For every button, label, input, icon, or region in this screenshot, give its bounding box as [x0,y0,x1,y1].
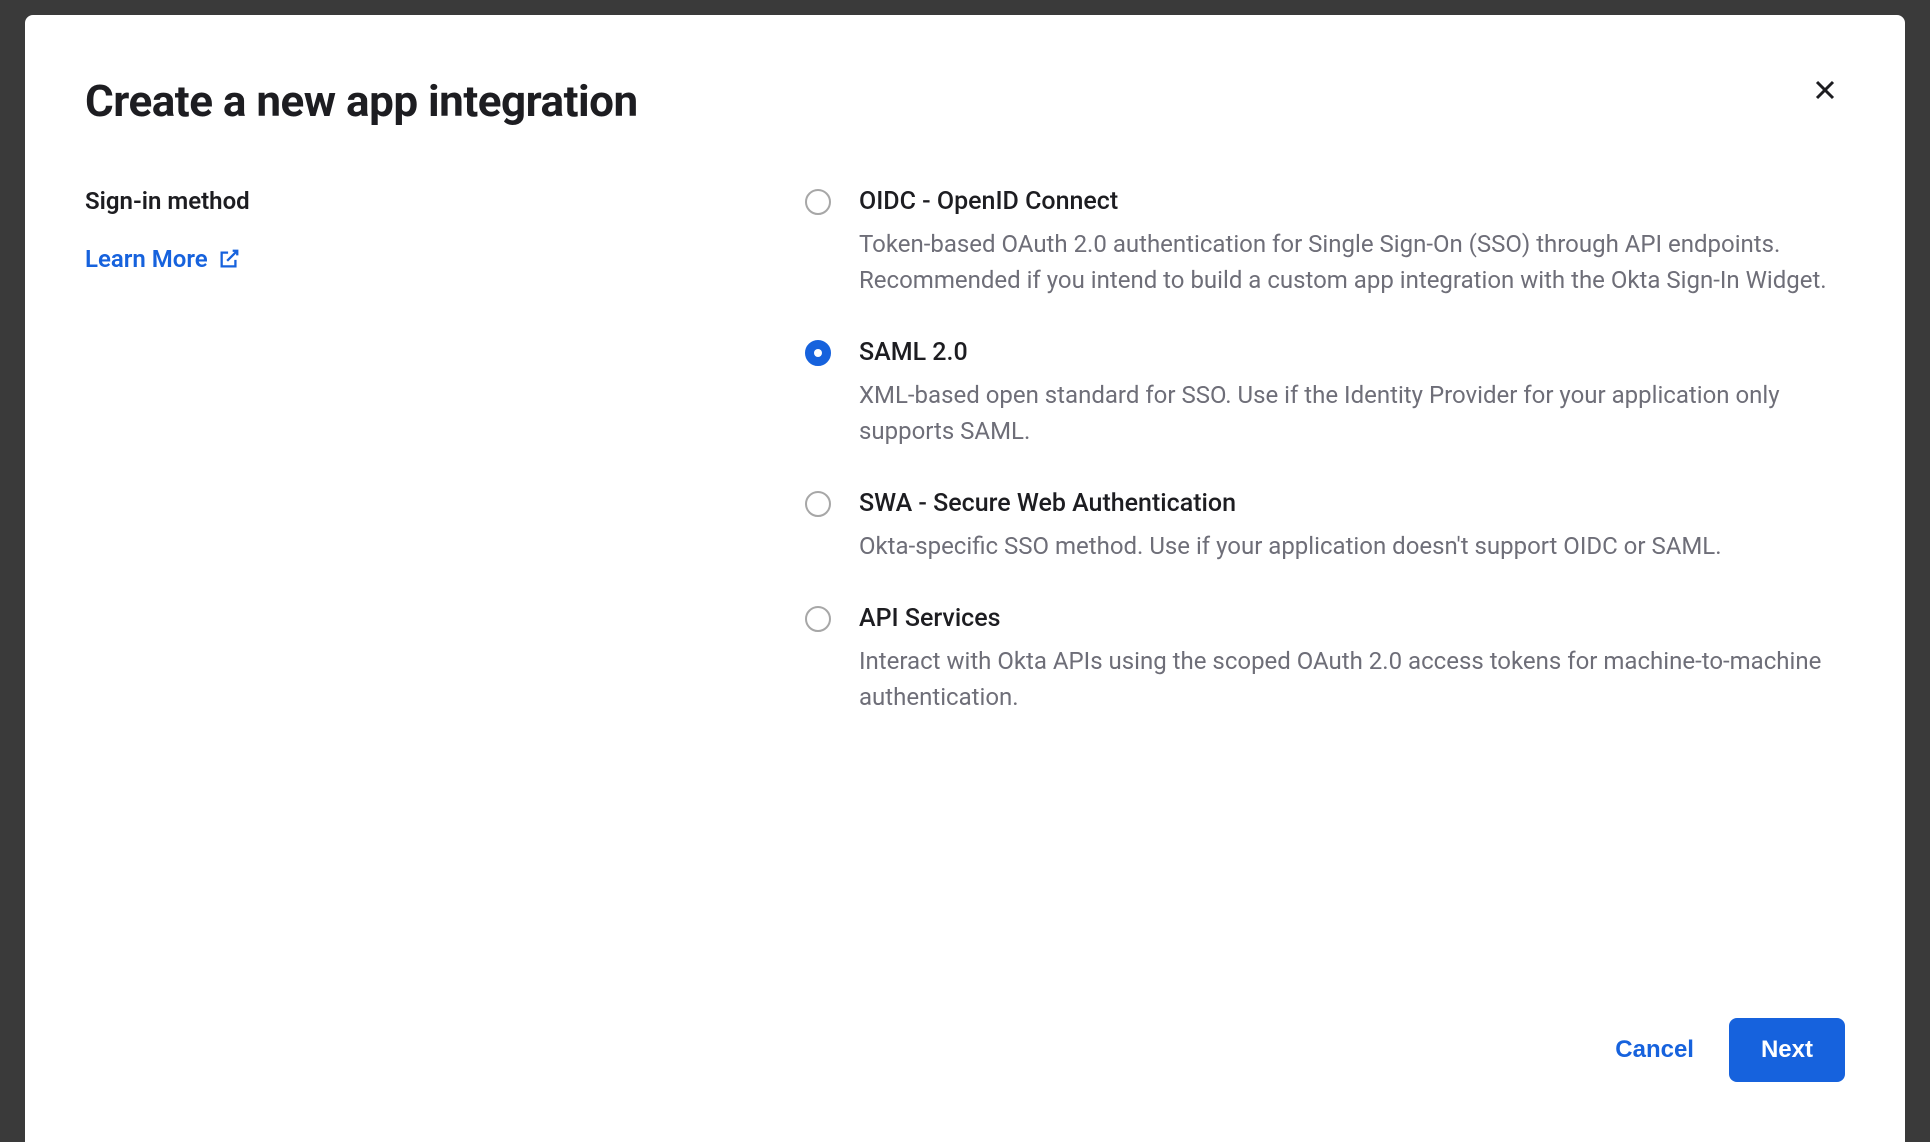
radio-option-oidc[interactable]: OIDC - OpenID Connect Token-based OAuth … [805,187,1845,298]
left-column: Sign-in method Learn More [85,187,805,755]
option-description: Token-based OAuth 2.0 authentication for… [859,226,1845,298]
option-text: SAML 2.0 XML-based open standard for SSO… [859,338,1845,449]
external-link-icon [218,248,240,270]
cancel-button[interactable]: Cancel [1615,1036,1694,1064]
option-description: Interact with Okta APIs using the scoped… [859,643,1845,715]
option-text: OIDC - OpenID Connect Token-based OAuth … [859,187,1845,298]
section-label: Sign-in method [85,187,805,215]
option-text: API Services Interact with Okta APIs usi… [859,604,1845,715]
modal-title: Create a new app integration [85,75,1845,127]
radio-input-api-services[interactable] [805,606,831,632]
learn-more-label: Learn More [85,245,208,273]
radio-option-api-services[interactable]: API Services Interact with Okta APIs usi… [805,604,1845,715]
option-description: XML-based open standard for SSO. Use if … [859,377,1845,449]
close-button[interactable] [1805,70,1845,110]
radio-option-saml[interactable]: SAML 2.0 XML-based open standard for SSO… [805,338,1845,449]
next-button[interactable]: Next [1729,1018,1845,1082]
create-app-integration-modal: Create a new app integration Sign-in met… [25,15,1905,1142]
modal-footer: Cancel Next [1615,1018,1845,1082]
learn-more-link[interactable]: Learn More [85,245,240,273]
option-title: SWA - Secure Web Authentication [859,489,1845,518]
close-icon [1813,78,1837,102]
option-title: OIDC - OpenID Connect [859,187,1845,216]
option-title: SAML 2.0 [859,338,1845,367]
radio-option-swa[interactable]: SWA - Secure Web Authentication Okta-spe… [805,489,1845,564]
radio-input-swa[interactable] [805,491,831,517]
right-column: OIDC - OpenID Connect Token-based OAuth … [805,187,1845,755]
modal-content: Sign-in method Learn More OIDC - OpenID … [85,187,1845,755]
option-text: SWA - Secure Web Authentication Okta-spe… [859,489,1845,564]
radio-input-oidc[interactable] [805,189,831,215]
option-title: API Services [859,604,1845,633]
radio-input-saml[interactable] [805,340,831,366]
option-description: Okta-specific SSO method. Use if your ap… [859,528,1845,564]
